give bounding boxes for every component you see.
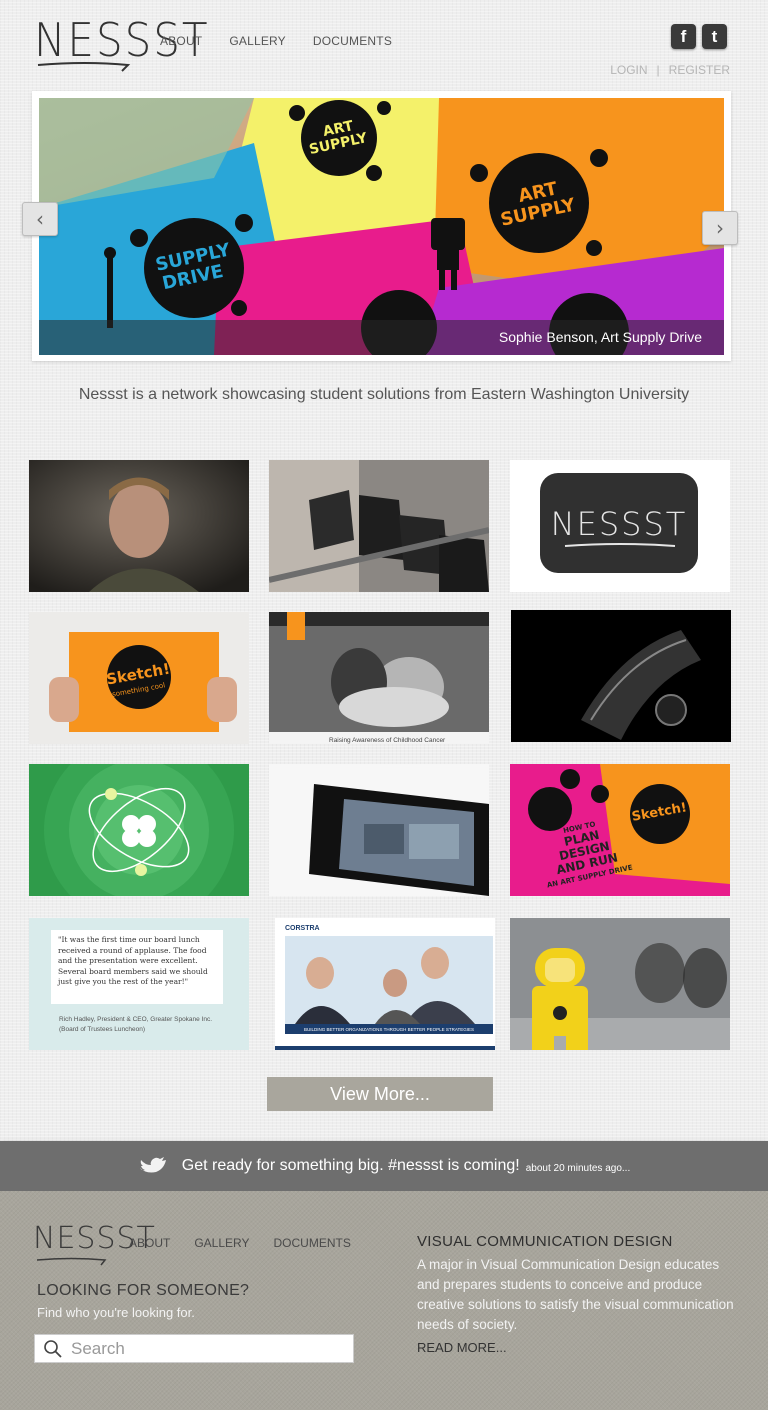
dumbbells-photo bbox=[269, 460, 489, 592]
corstra-brand: CORSTRA bbox=[285, 925, 320, 932]
chevron-right-icon: › bbox=[716, 216, 724, 240]
auth-links: LOGIN | REGISTER bbox=[610, 63, 730, 77]
slider-next-button[interactable]: › bbox=[702, 211, 738, 245]
logo-tile-text: NESSST bbox=[551, 505, 688, 543]
vcd-description: A major in Visual Communication Design e… bbox=[417, 1257, 734, 1332]
social-links: f t bbox=[671, 24, 727, 49]
gallery-tile-logo[interactable]: NESSST bbox=[510, 460, 730, 592]
phone-photo bbox=[269, 764, 489, 896]
footer-search-heading: LOOKING FOR SOMEONE? bbox=[37, 1282, 250, 1299]
gallery-tile-cancer[interactable]: Raising Awareness of Childhood Cancer bbox=[269, 612, 489, 744]
plan-design-run-photo: Sketch! HOW TO PLAN DESIGN AND RUN AN AR… bbox=[510, 764, 730, 896]
twitter-bird-icon bbox=[139, 1157, 166, 1173]
art-supply-drive-photo: ART SUPPLY ART SUPPLY SUPPLY DRIVE bbox=[39, 98, 724, 355]
people-search-box bbox=[34, 1334, 354, 1363]
login-link[interactable]: LOGIN bbox=[610, 63, 647, 77]
lego-hazmat-photo bbox=[510, 918, 730, 1050]
footer-logo[interactable]: NESSST bbox=[33, 1221, 156, 1267]
sketch-card-photo: Sketch! something cool bbox=[29, 612, 249, 744]
nav-documents[interactable]: DOCUMENTS bbox=[313, 34, 392, 48]
site-logo[interactable]: NESSST bbox=[34, 12, 208, 74]
gallery-tile-film[interactable] bbox=[511, 610, 731, 742]
twitter-icon[interactable]: t bbox=[702, 24, 727, 49]
gallery-tile-dumbbells[interactable] bbox=[269, 460, 489, 592]
cancer-awareness-site: Raising Awareness of Childhood Cancer bbox=[269, 612, 489, 744]
footer-nav-gallery[interactable]: GALLERY bbox=[194, 1236, 249, 1250]
twitter-feed-bar: Get ready for something big. #nessst is … bbox=[0, 1141, 768, 1191]
footer-nav: ABOUT GALLERY DOCUMENTS bbox=[129, 1236, 375, 1250]
register-link[interactable]: REGISTER bbox=[669, 63, 730, 77]
footer-search-subheading: Find who you're looking for. bbox=[37, 1305, 195, 1320]
quote-event: (Board of Trustees Luncheon) bbox=[59, 1026, 145, 1033]
vcd-title: VISUAL COMMUNICATION DESIGN bbox=[417, 1233, 673, 1250]
quote-text: "It was the first time our board lunch r… bbox=[51, 930, 223, 1004]
footer-logo-swoosh-icon bbox=[36, 1257, 107, 1266]
gallery-tile-phone[interactable] bbox=[269, 764, 489, 896]
tweet-time: about 20 minutes ago... bbox=[525, 1162, 631, 1174]
corstra-site: CORSTRA BUILDING BETTER ORGANIZATIONS TH… bbox=[275, 918, 495, 1050]
gallery-tile-portrait[interactable] bbox=[29, 460, 249, 592]
gallery-tile-plan[interactable]: Sketch! HOW TO PLAN DESIGN AND RUN AN AR… bbox=[510, 764, 730, 896]
site-tagline: Nessst is a network showcasing student s… bbox=[78, 386, 690, 403]
search-icon[interactable] bbox=[35, 1339, 71, 1359]
gallery-tile-corstra[interactable]: CORSTRA BUILDING BETTER ORGANIZATIONS TH… bbox=[275, 918, 495, 1050]
search-input[interactable] bbox=[71, 1338, 341, 1359]
slider-prev-button[interactable]: ‹ bbox=[22, 202, 58, 236]
portrait-photo bbox=[29, 460, 249, 592]
tweet-message: Get ready for something big. #nessst is … bbox=[181, 1157, 520, 1174]
film-roll-photo bbox=[511, 610, 731, 742]
quote-author: Rich Hadley, President & CEO, Greater Sp… bbox=[59, 1016, 213, 1023]
read-more-link[interactable]: READ MORE... bbox=[417, 1340, 507, 1355]
slide-caption: Sophie Benson, Art Supply Drive bbox=[39, 320, 724, 355]
footer-logo-text: NESSST bbox=[33, 1221, 156, 1256]
site-footer: NESSST ABOUT GALLERY DOCUMENTS LOOKING F… bbox=[0, 1191, 768, 1410]
nav-gallery[interactable]: GALLERY bbox=[229, 34, 286, 48]
main-nav: ABOUT GALLERY DOCUMENTS bbox=[160, 34, 419, 48]
cancer-caption: Raising Awareness of Childhood Cancer bbox=[329, 737, 446, 744]
gallery-tile-quote[interactable]: "It was the first time our board lunch r… bbox=[29, 918, 249, 1050]
gallery-tile-sketch[interactable]: Sketch! something cool bbox=[29, 612, 249, 744]
view-more-button[interactable]: View More... bbox=[267, 1077, 493, 1111]
nav-about[interactable]: ABOUT bbox=[160, 34, 202, 48]
nessst-logo-art: NESSST bbox=[510, 460, 730, 592]
auth-separator: | bbox=[656, 63, 660, 77]
atom-illustration bbox=[29, 764, 249, 896]
hero-slider: ART SUPPLY ART SUPPLY SUPPLY DRIVE Sophi… bbox=[32, 91, 731, 361]
gallery-tile-lego[interactable] bbox=[510, 918, 730, 1050]
chevron-left-icon: ‹ bbox=[36, 207, 44, 231]
slide-image[interactable]: ART SUPPLY ART SUPPLY SUPPLY DRIVE Sophi… bbox=[39, 98, 724, 355]
footer-nav-documents[interactable]: DOCUMENTS bbox=[274, 1236, 351, 1250]
gallery-tile-atom[interactable] bbox=[29, 764, 249, 896]
facebook-icon[interactable]: f bbox=[671, 24, 696, 49]
footer-nav-about[interactable]: ABOUT bbox=[129, 1236, 170, 1250]
corstra-banner: BUILDING BETTER ORGANIZATIONS THROUGH BE… bbox=[304, 1027, 474, 1032]
logo-swoosh-icon bbox=[37, 62, 131, 72]
